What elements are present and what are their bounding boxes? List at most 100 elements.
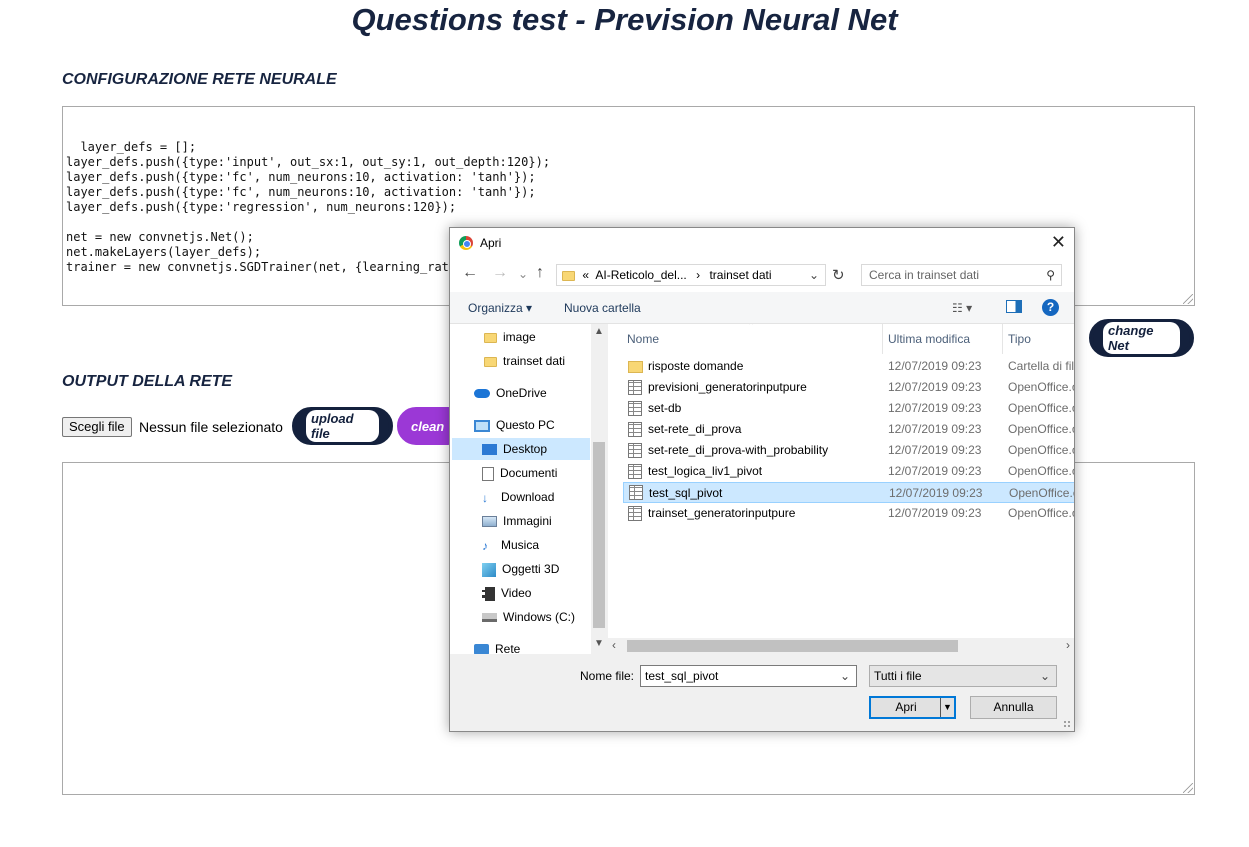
spreadsheet-icon (628, 401, 642, 416)
file-row-folder[interactable]: risposte domande 12/07/2019 09:23 Cartel… (622, 356, 1074, 377)
dialog-toolbar: Organizza ▾ Nuova cartella ☷ ▾ ? (450, 292, 1074, 324)
column-header-type[interactable]: Tipo (1008, 324, 1031, 354)
file-name: previsioni_generatorinputpure (648, 380, 807, 394)
nav-item-label: Oggetti 3D (502, 562, 560, 576)
resize-grip-icon[interactable] (1183, 783, 1193, 793)
dialog-footer: Nome file: test_sql_pivot ⌄ Tutti i file… (450, 654, 1074, 731)
file-row[interactable]: set-db 12/07/2019 09:23 OpenOffice.o (622, 398, 1074, 419)
nav-item-windows-c[interactable]: Windows (C:) (482, 606, 575, 628)
chevron-down-icon[interactable]: ⌄ (809, 265, 819, 285)
folder-icon (562, 270, 575, 281)
file-row[interactable]: test_logica_liv1_pivot 12/07/2019 09:23 … (622, 461, 1074, 482)
file-date: 12/07/2019 09:23 (888, 443, 982, 457)
file-row[interactable]: set-rete_di_prova 12/07/2019 09:23 OpenO… (622, 419, 1074, 440)
file-row[interactable]: trainset_generatorinputpure 12/07/2019 0… (622, 503, 1074, 524)
forward-arrow-icon[interactable]: → (492, 264, 508, 282)
refresh-icon[interactable]: ↻ (832, 266, 845, 284)
file-row[interactable]: set-rete_di_prova-with_probability 12/07… (622, 440, 1074, 461)
open-button[interactable]: Apri ▼ (869, 696, 956, 719)
column-separator[interactable] (1002, 324, 1003, 354)
help-icon[interactable]: ? (1042, 299, 1059, 316)
up-arrow-icon[interactable]: ↑ (536, 264, 544, 282)
filename-input[interactable]: test_sql_pivot ⌄ (640, 665, 857, 687)
document-icon (482, 466, 494, 481)
upload-file-label: upload file (306, 410, 379, 442)
search-placeholder: Cerca in trainset dati (869, 268, 980, 282)
open-dropdown-icon[interactable]: ▼ (940, 698, 954, 717)
spreadsheet-icon (629, 485, 643, 500)
chevron-down-icon[interactable]: ⌄ (840, 666, 850, 686)
dialog-title: Apri (480, 236, 502, 250)
cube-3d-icon (482, 562, 496, 577)
recent-dropdown-icon[interactable]: ⌄ (518, 267, 528, 281)
preview-pane-icon[interactable] (1006, 300, 1022, 313)
folder-icon (484, 356, 497, 367)
pictures-icon (482, 516, 497, 528)
nav-pane-scrollbar[interactable]: ▲ ▼ (591, 324, 607, 654)
view-options-icon[interactable]: ☷ ▾ (952, 301, 972, 315)
folder-icon (628, 361, 643, 373)
file-row[interactable]: previsioni_generatorinputpure 12/07/2019… (622, 377, 1074, 398)
address-bar[interactable]: « AI-Reticolo_del... › trainset dati ⌄ (556, 264, 826, 286)
filetype-value: Tutti i file (874, 669, 922, 683)
file-list-hscrollbar[interactable]: ‹ › (608, 638, 1074, 654)
dialog-titlebar[interactable]: Apri ✕ (450, 228, 1074, 258)
file-type: OpenOffice.o (1008, 422, 1074, 436)
breadcrumb-parent[interactable]: AI-Reticolo_del... (595, 268, 686, 282)
navigation-bar: ← → ⌄ ↑ « AI-Reticolo_del... › trainset … (450, 258, 1074, 292)
choose-file-button[interactable]: Scegli file (62, 417, 132, 437)
resize-grip-icon[interactable] (1183, 294, 1193, 304)
spreadsheet-icon (628, 464, 642, 479)
new-folder-button[interactable]: Nuova cartella (564, 301, 641, 315)
no-file-selected-text: Nessun file selezionato (139, 419, 283, 435)
nav-item-questo-pc[interactable]: Questo PC (474, 414, 555, 436)
nav-item-label: Desktop (503, 442, 548, 456)
nav-item-oggetti-3d[interactable]: Oggetti 3D (482, 558, 559, 580)
scroll-right-icon[interactable]: › (1066, 638, 1070, 652)
output-section-title: OUTPUT DELLA RETE (62, 373, 233, 390)
nav-item-label: Musica (501, 538, 540, 552)
search-input[interactable]: Cerca in trainset dati ⚲ (861, 264, 1062, 286)
change-net-label: change Net (1103, 322, 1180, 354)
nav-item-video[interactable]: Video (482, 582, 531, 604)
file-row-selected[interactable]: test_sql_pivot 12/07/2019 09:23 OpenOffi… (623, 482, 1074, 503)
open-label: Apri (895, 700, 917, 714)
organize-menu[interactable]: Organizza ▾ (468, 301, 532, 315)
nav-item-immagini[interactable]: Immagini (482, 510, 552, 532)
file-name: set-rete_di_prova-with_probability (648, 443, 829, 457)
nav-item-musica[interactable]: ♪ Musica (482, 534, 539, 556)
file-name: test_sql_pivot (649, 486, 723, 500)
navigation-pane: image trainset dati OneDrive Questo PC D… (450, 324, 607, 656)
nav-item-documenti[interactable]: Documenti (482, 462, 557, 484)
cancel-button[interactable]: Annulla (970, 696, 1057, 719)
change-net-button[interactable]: change Net (1089, 319, 1194, 357)
scroll-left-icon[interactable]: ‹ (612, 638, 616, 652)
column-header-name[interactable]: Nome (627, 324, 659, 354)
back-arrow-icon[interactable]: ← (462, 264, 478, 282)
scrollbar-thumb[interactable] (627, 640, 958, 652)
column-separator[interactable] (882, 324, 883, 354)
open-file-dialog: Apri ✕ ← → ⌄ ↑ « AI-Reticolo_del... › tr… (449, 227, 1075, 732)
download-icon: ↓ (482, 490, 488, 505)
file-name: test_logica_liv1_pivot (648, 464, 763, 478)
breadcrumb-current[interactable]: trainset dati (709, 268, 771, 282)
scrollbar-thumb[interactable] (593, 442, 605, 628)
close-icon[interactable]: ✕ (1051, 232, 1066, 253)
scroll-up-icon[interactable]: ▲ (594, 326, 604, 337)
nav-item-download[interactable]: ↓ Download (482, 486, 554, 508)
nav-item-desktop[interactable]: Desktop (452, 438, 590, 460)
nav-item-image[interactable]: image (484, 326, 536, 348)
organize-label: Organizza (468, 301, 523, 315)
column-header-modified[interactable]: Ultima modifica (888, 324, 970, 354)
nav-item-onedrive[interactable]: OneDrive (474, 382, 547, 404)
nav-item-label: Immagini (503, 514, 552, 528)
filename-value: test_sql_pivot (645, 669, 719, 683)
scroll-down-icon[interactable]: ▼ (594, 638, 604, 649)
nav-item-label: trainset dati (503, 354, 566, 368)
filetype-select[interactable]: Tutti i file ⌄ (869, 665, 1057, 687)
resize-grip-icon[interactable] (1063, 720, 1071, 728)
breadcrumb-prefix[interactable]: « (582, 268, 589, 282)
upload-file-button[interactable]: upload file (292, 407, 393, 445)
file-type: Cartella di file (1008, 359, 1074, 373)
nav-item-trainset-dati[interactable]: trainset dati (484, 350, 565, 372)
